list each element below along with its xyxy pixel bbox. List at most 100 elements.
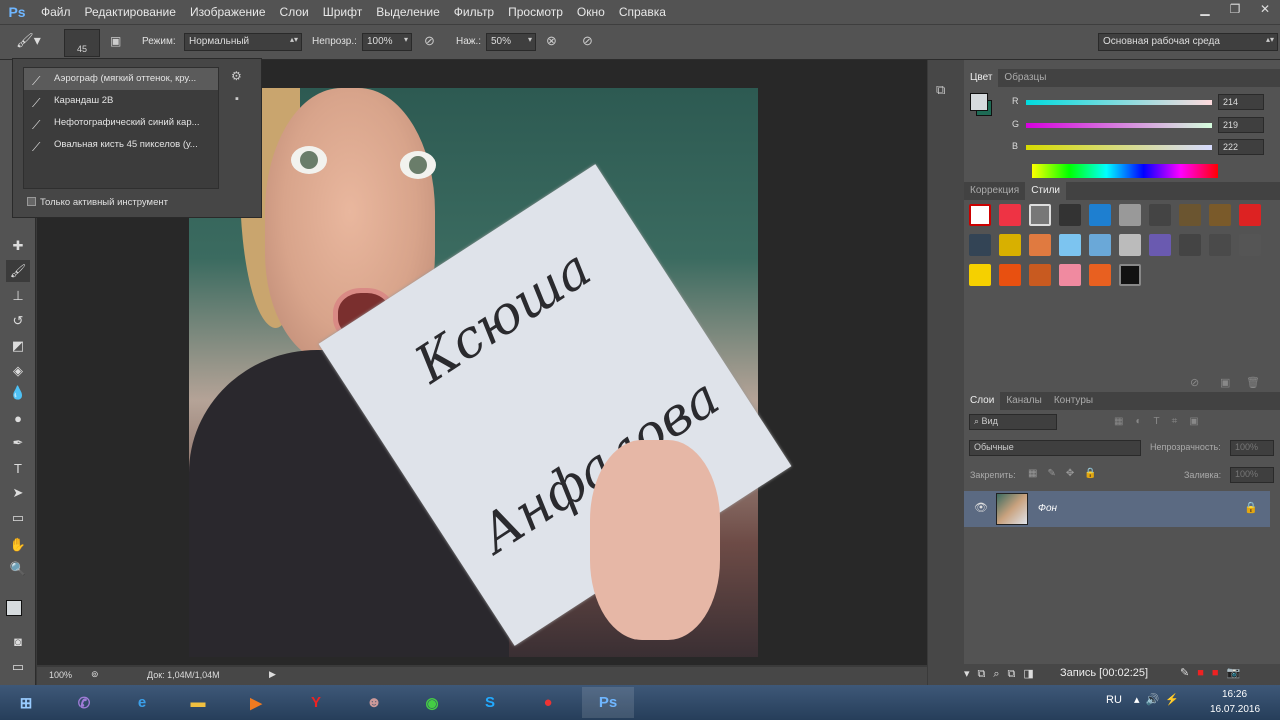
trash-icon[interactable]: 🗑: [1246, 376, 1260, 389]
menu-image[interactable]: Изображение: [183, 0, 273, 24]
fg-color-chip[interactable]: [970, 93, 988, 111]
style-swatch[interactable]: [999, 204, 1021, 226]
chrome-icon[interactable]: ◉: [406, 687, 458, 718]
style-swatch[interactable]: [1059, 264, 1081, 286]
style-swatch[interactable]: [969, 264, 991, 286]
pen-tool-icon[interactable]: ✒: [6, 432, 30, 454]
style-swatch[interactable]: [1149, 234, 1171, 256]
layer-row[interactable]: 👁 Фон 🔒: [964, 491, 1270, 527]
style-swatch[interactable]: [1209, 204, 1231, 226]
style-swatch[interactable]: [1119, 204, 1141, 226]
type-tool-icon[interactable]: T: [6, 457, 30, 479]
only-active-checkbox[interactable]: Только активный инструмент: [27, 197, 168, 208]
close-icon[interactable]: ✕: [1250, 0, 1280, 18]
style-swatch[interactable]: [1089, 204, 1111, 226]
b-track[interactable]: [1026, 145, 1212, 150]
tab-layers[interactable]: Слои: [964, 392, 1001, 410]
style-swatch[interactable]: [1179, 234, 1201, 256]
path-selection-icon[interactable]: ➤: [6, 482, 30, 504]
brush-tool-preset-icon[interactable]: 🖌▾: [16, 32, 46, 52]
style-swatch[interactable]: [1179, 204, 1201, 226]
r-slider[interactable]: R 214: [1004, 94, 1279, 110]
menu-layers[interactable]: Слои: [273, 0, 316, 24]
actions-icons[interactable]: ▾⧉⌕⧉◨: [964, 667, 1042, 681]
clock-date[interactable]: 16.07.2016: [1210, 704, 1260, 715]
media-player-icon[interactable]: ▶: [230, 687, 282, 718]
b-slider[interactable]: B 222: [1004, 139, 1279, 155]
menu-view[interactable]: Просмотр: [501, 0, 570, 24]
status-info-icon[interactable]: ⊚: [91, 669, 99, 680]
style-swatch[interactable]: [1239, 204, 1261, 226]
preset-item[interactable]: ⟋ Нефотографический синий кар...: [24, 112, 218, 134]
style-swatch[interactable]: [1119, 234, 1141, 256]
gear-icon[interactable]: ⚙: [231, 69, 242, 83]
tab-channels[interactable]: Каналы: [1000, 392, 1048, 410]
style-swatch[interactable]: [1149, 204, 1171, 226]
color-spectrum[interactable]: [1032, 164, 1218, 178]
fill-input[interactable]: 100%: [1230, 467, 1274, 483]
style-swatch[interactable]: [1059, 234, 1081, 256]
hand-tool-icon[interactable]: ✋: [6, 534, 30, 556]
history-brush-icon[interactable]: ↺: [6, 310, 30, 332]
pressure-opacity-icon[interactable]: ⊘: [424, 33, 435, 49]
airbrush-icon[interactable]: ⊗: [546, 33, 557, 49]
blur-icon[interactable]: 💧: [6, 382, 30, 404]
g-slider[interactable]: G 219: [1004, 117, 1279, 133]
recorder-icons[interactable]: ✎■■📷: [1180, 666, 1248, 679]
viber-icon[interactable]: ✆: [58, 687, 110, 718]
layer-opacity-input[interactable]: 100%: [1230, 440, 1274, 456]
yandex-icon[interactable]: Y: [290, 687, 342, 718]
tab-color[interactable]: Цвет: [964, 69, 999, 87]
recorder-app-icon[interactable]: ●: [522, 687, 574, 718]
r-track[interactable]: [1026, 100, 1212, 105]
clock-time[interactable]: 16:26: [1222, 689, 1247, 700]
minimize-icon[interactable]: ▁: [1190, 0, 1220, 18]
status-menu-arrow-icon[interactable]: ▶: [269, 669, 276, 680]
tab-swatches[interactable]: Образцы: [998, 69, 1052, 87]
blend-mode-select[interactable]: Обычные: [969, 440, 1141, 456]
game-app-icon[interactable]: ☻: [348, 687, 400, 718]
zoom-level[interactable]: 100%: [49, 670, 72, 680]
style-swatch[interactable]: [969, 204, 991, 226]
tab-paths[interactable]: Контуры: [1048, 392, 1099, 410]
menu-help[interactable]: Справка: [612, 0, 673, 24]
style-swatch[interactable]: [1119, 264, 1141, 286]
tab-styles[interactable]: Стили: [1025, 182, 1066, 200]
screen-mode-icon[interactable]: ▭: [6, 656, 30, 678]
menu-type[interactable]: Шрифт: [316, 0, 369, 24]
style-swatch[interactable]: [1059, 204, 1081, 226]
style-swatch[interactable]: [1209, 234, 1231, 256]
style-swatch[interactable]: [1029, 264, 1051, 286]
style-swatch[interactable]: [1089, 264, 1111, 286]
flow-input[interactable]: 50% ▾: [486, 33, 536, 51]
b-value[interactable]: 222: [1218, 139, 1264, 155]
style-swatch[interactable]: [999, 234, 1021, 256]
restore-icon[interactable]: ❐: [1220, 0, 1250, 18]
foreground-color-swatch[interactable]: [6, 600, 22, 616]
layer-name[interactable]: Фон: [1038, 503, 1057, 514]
preset-item[interactable]: ⟋ Аэрограф (мягкий оттенок, кру...: [24, 68, 218, 90]
layer-filter-select[interactable]: ⌕ Вид: [969, 414, 1057, 430]
clear-style-icon[interactable]: ⊘: [1190, 376, 1199, 389]
folder-icon[interactable]: ▬: [172, 687, 224, 718]
workspace-select[interactable]: Основная рабочая среда ▴▾: [1098, 33, 1278, 51]
brush-tool-icon[interactable]: 🖌: [6, 260, 30, 282]
tray-icons[interactable]: ▴🔊⚡: [1134, 693, 1185, 706]
menu-select[interactable]: Выделение: [369, 0, 447, 24]
eraser-icon[interactable]: ◩: [6, 335, 30, 357]
clone-stamp-icon[interactable]: ⊥: [6, 285, 30, 307]
menu-file[interactable]: Файл: [34, 0, 78, 24]
brush-size-picker[interactable]: 45: [64, 29, 100, 57]
ie-icon[interactable]: e: [116, 687, 168, 718]
eye-icon[interactable]: 👁: [974, 501, 988, 514]
healing-brush-icon[interactable]: ✚: [6, 235, 30, 257]
style-swatch[interactable]: [1029, 234, 1051, 256]
g-track[interactable]: [1026, 123, 1212, 128]
pressure-size-icon[interactable]: ⊘: [582, 33, 593, 49]
mode-select[interactable]: Нормальный ▴▾: [184, 33, 302, 51]
style-swatch[interactable]: [969, 234, 991, 256]
language-indicator[interactable]: RU: [1106, 694, 1122, 706]
r-value[interactable]: 214: [1218, 94, 1264, 110]
rectangle-tool-icon[interactable]: ▭: [6, 507, 30, 529]
style-swatch[interactable]: [1029, 204, 1051, 226]
